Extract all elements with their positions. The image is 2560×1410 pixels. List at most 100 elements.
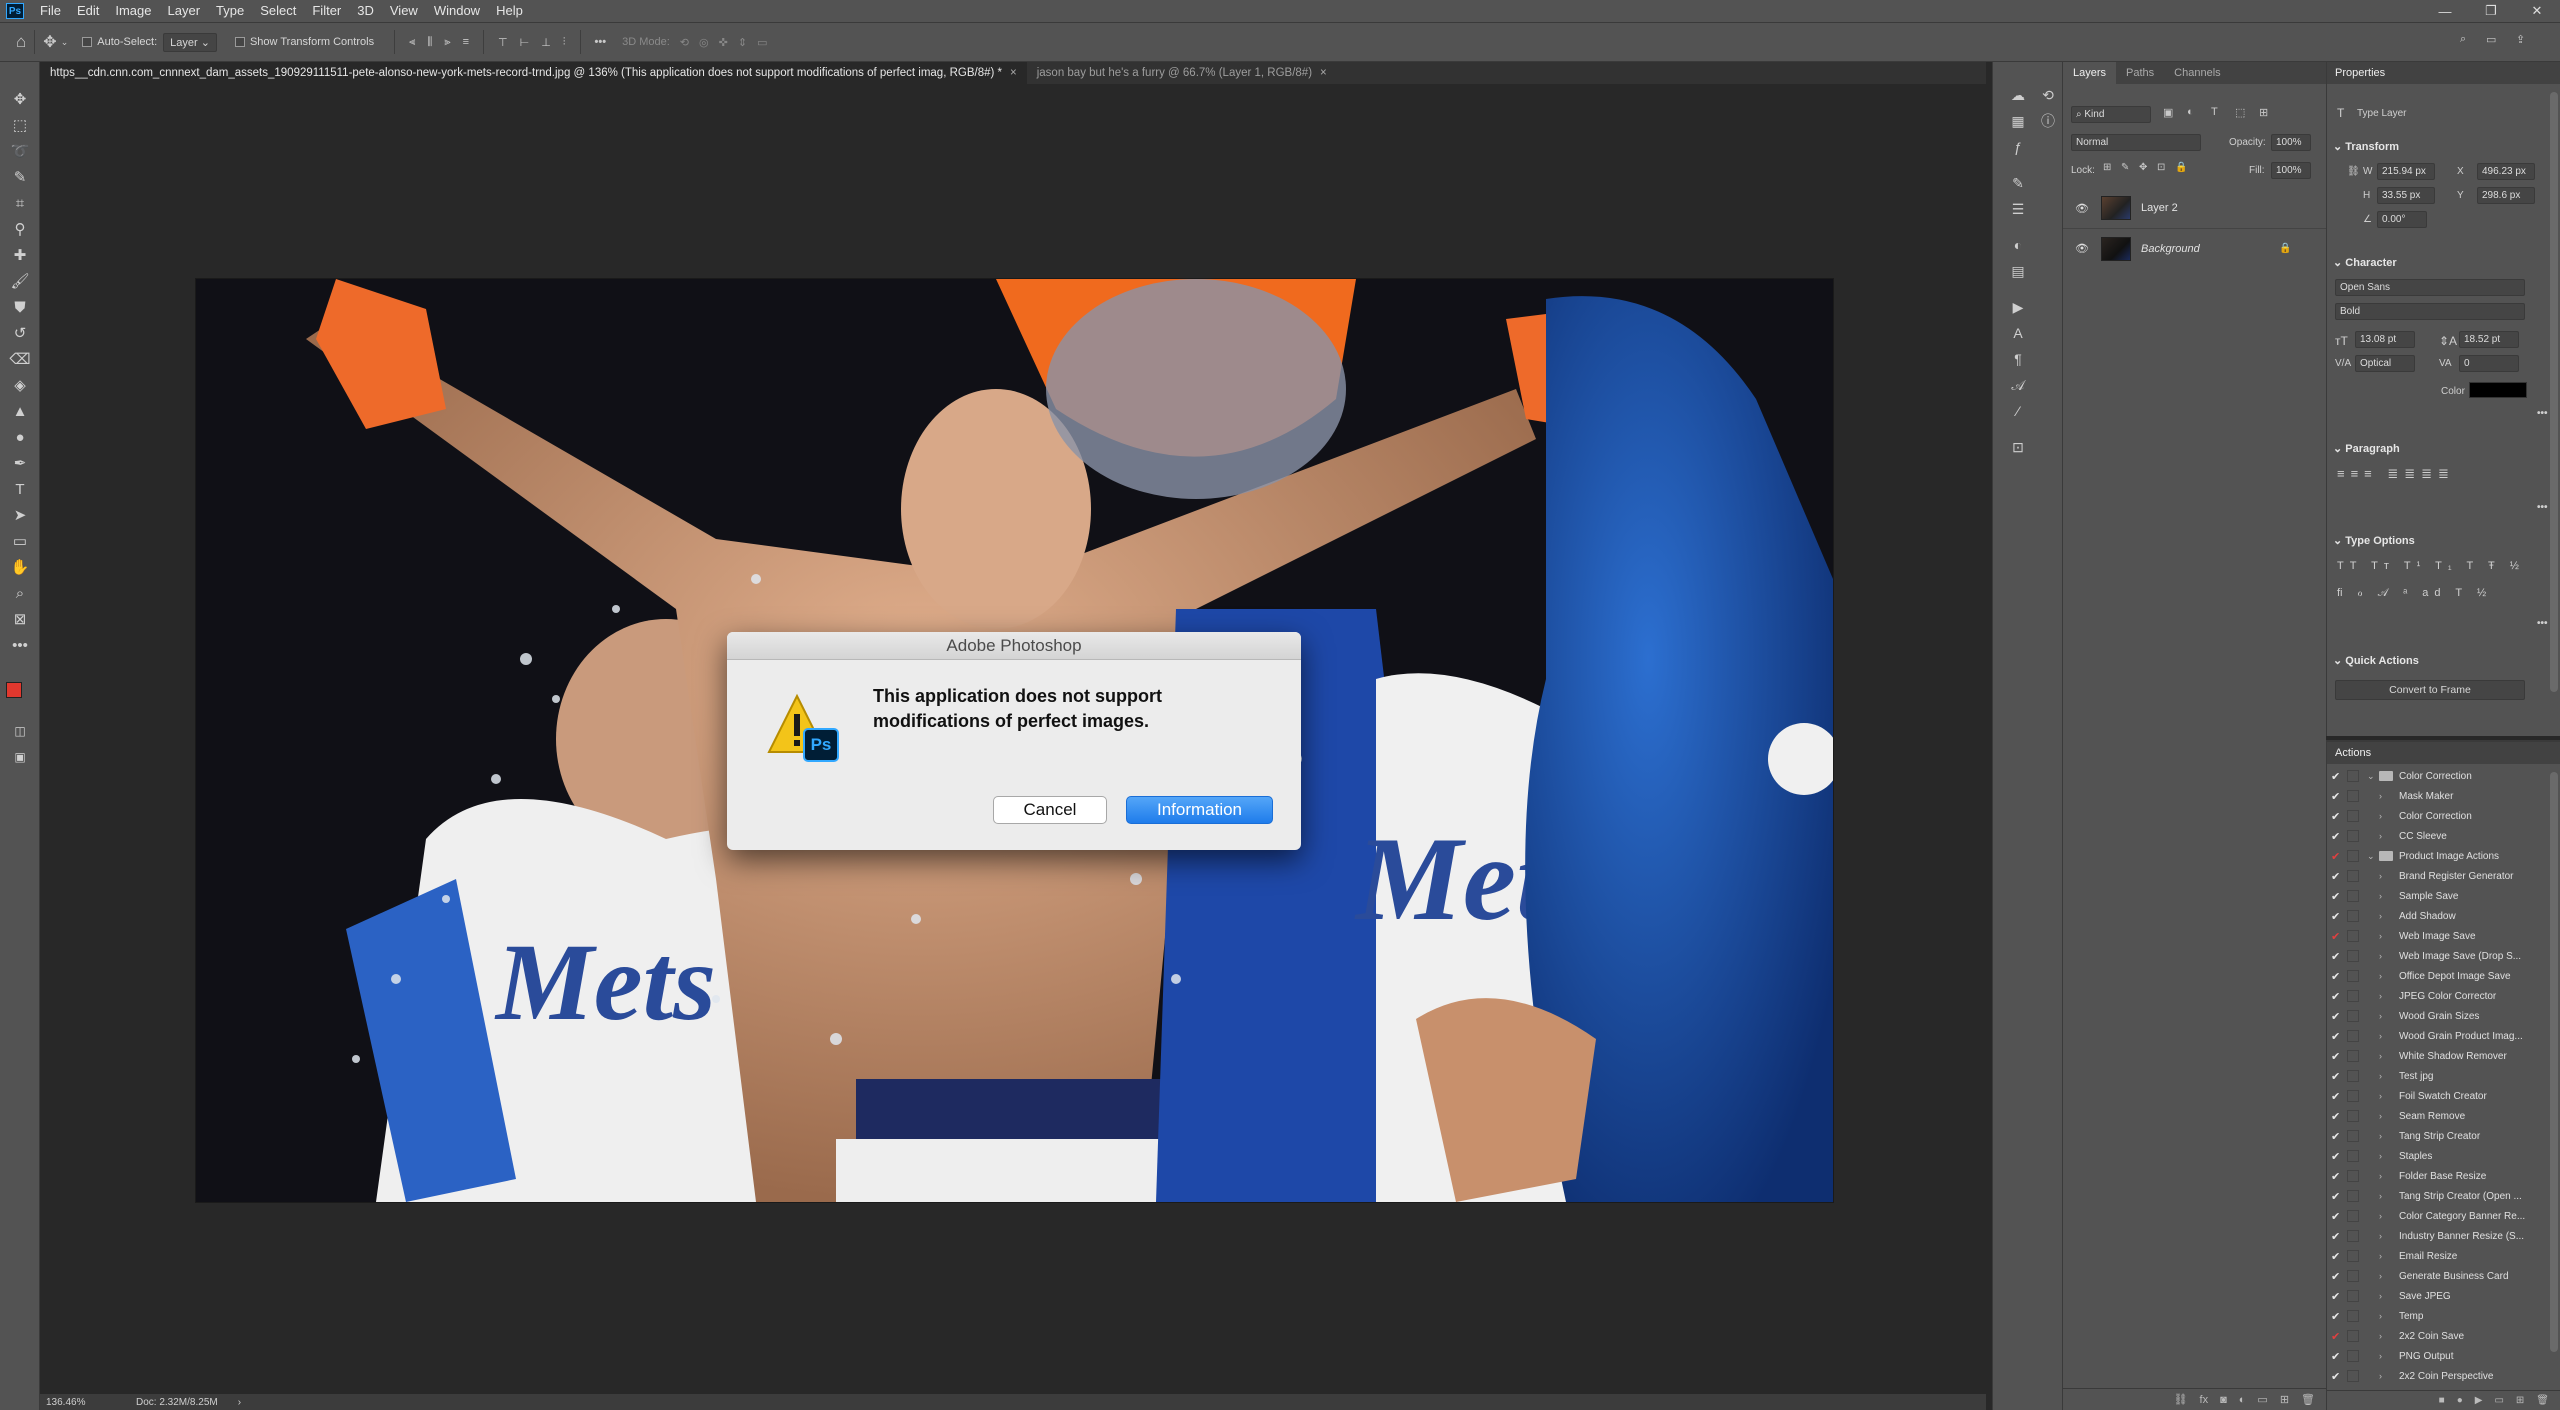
new-set-icon[interactable]: ▭ (2494, 1395, 2503, 1406)
action-item[interactable]: ✔ › Office Depot Image Save (2327, 966, 2560, 986)
transform-controls-checkbox[interactable]: Show Transform Controls (234, 36, 374, 48)
font-size-field[interactable]: 13.08 pt (2355, 331, 2415, 348)
link-layers-icon[interactable]: ⛓ (2174, 1393, 2188, 1406)
more-options-icon[interactable]: ••• (595, 36, 607, 48)
stop-icon[interactable]: ■ (2439, 1395, 2445, 1406)
action-item[interactable]: ✔ › Web Image Save (Drop S... (2327, 946, 2560, 966)
action-item[interactable]: ✔ › Tang Strip Creator (2327, 1126, 2560, 1146)
foreground-color-swatch[interactable] (6, 682, 22, 698)
align-right-icon[interactable]: ⫸ (444, 36, 450, 49)
dodge-tool-icon[interactable]: ● (8, 426, 32, 448)
action-item[interactable]: ✔ › Save JPEG (2327, 1286, 2560, 1306)
action-toggle-check-icon[interactable]: ✔ (2331, 1110, 2347, 1123)
brush-tool-icon[interactable]: 🖌 (8, 270, 32, 292)
paint-bucket-tool-icon[interactable]: ◈ (8, 374, 32, 396)
collapse-chevron-icon[interactable]: › (2379, 1051, 2391, 1061)
action-toggle-check-icon[interactable]: ✔ (2331, 910, 2347, 923)
transform-section[interactable]: ⌄ Transform (2333, 140, 2399, 153)
font-family-dropdown[interactable]: Open Sans (2335, 279, 2525, 296)
collapse-chevron-icon[interactable]: › (2379, 1171, 2391, 1181)
layer-row[interactable]: 👁 Layer 2 (2063, 188, 2327, 228)
collapse-chevron-icon[interactable]: › (2379, 1071, 2391, 1081)
dialog-toggle-box[interactable] (2347, 930, 2359, 942)
3d-roll-icon[interactable]: ◎ (699, 36, 709, 49)
action-toggle-check-icon[interactable]: ✔ (2331, 1210, 2347, 1223)
tab-document-1[interactable]: https__cdn.cnn.com_cnnnext_dam_assets_19… (40, 62, 1027, 84)
action-toggle-check-icon[interactable]: ✔ (2331, 1130, 2347, 1143)
menu-help[interactable]: Help (488, 0, 531, 22)
new-action-icon[interactable]: ⊞ (2516, 1395, 2524, 1406)
layer-filter-dropdown[interactable]: ⌕ Kind (2071, 106, 2151, 123)
type-style-icons[interactable]: TT Tт T¹ T₁ T Ŧ ½ (2337, 560, 2525, 572)
shape-tool-icon[interactable]: ▭ (8, 530, 32, 552)
share-icon[interactable]: ⇪ (2516, 33, 2525, 46)
dialog-toggle-box[interactable] (2347, 870, 2359, 882)
cancel-button[interactable]: Cancel (993, 796, 1107, 824)
status-menu-arrow-icon[interactable]: › (238, 1397, 241, 1408)
clone-stamp-tool-icon[interactable]: ⛊ (8, 296, 32, 318)
menu-type[interactable]: Type (208, 0, 252, 22)
collapse-chevron-icon[interactable]: › (2379, 1371, 2391, 1381)
delete-layer-icon[interactable]: 🗑 (2301, 1393, 2315, 1406)
menu-window[interactable]: Window (426, 0, 488, 22)
history-icon[interactable]: ⟲ (2037, 84, 2059, 106)
action-item[interactable]: ✔ › 2x2 Coin Perspective (2327, 1366, 2560, 1386)
dialog-toggle-box[interactable] (2347, 770, 2359, 782)
action-toggle-check-icon[interactable]: ✔ (2331, 1150, 2347, 1163)
paragraph-align-icons[interactable]: ≡≡≡ ≣≣≣≣ (2337, 466, 2455, 482)
action-toggle-check-icon[interactable]: ✔ (2331, 790, 2347, 803)
action-toggle-check-icon[interactable]: ✔ (2331, 1090, 2347, 1103)
distribute-icon[interactable]: ≡ (463, 36, 469, 48)
action-toggle-check-icon[interactable]: ✔ (2331, 1350, 2347, 1363)
swatches-icon[interactable]: ▦ (2007, 110, 2029, 132)
opacity-field[interactable]: 100% (2271, 134, 2311, 151)
leading-field[interactable]: 18.52 pt (2459, 331, 2519, 348)
filter-shape-icon[interactable]: ⬚ (2235, 106, 2245, 119)
dialog-toggle-box[interactable] (2347, 1070, 2359, 1082)
3d-slide-icon[interactable]: ⇕ (738, 36, 747, 49)
tab-document-2[interactable]: jason bay but he's a furry @ 66.7% (Laye… (1026, 62, 1337, 84)
brushes-icon[interactable]: ✎ (2007, 172, 2029, 194)
tab-layers[interactable]: Layers (2063, 62, 2117, 84)
eraser-tool-icon[interactable]: ⌫ (8, 348, 32, 370)
close-button[interactable]: ✕ (2514, 0, 2560, 22)
action-item[interactable]: ✔ › CC Sleeve (2327, 826, 2560, 846)
minimize-button[interactable]: — (2422, 0, 2468, 22)
width-field[interactable]: 215.94 px (2377, 163, 2435, 180)
action-toggle-check-icon[interactable]: ✔ (2331, 850, 2347, 863)
action-toggle-check-icon[interactable]: ✔ (2331, 1270, 2347, 1283)
dialog-toggle-box[interactable] (2347, 1290, 2359, 1302)
visibility-eye-icon[interactable]: 👁 (2075, 242, 2095, 255)
dialog-toggle-box[interactable] (2347, 990, 2359, 1002)
dialog-toggle-box[interactable] (2347, 1230, 2359, 1242)
dialog-toggle-box[interactable] (2347, 1210, 2359, 1222)
collapse-chevron-icon[interactable]: › (2379, 1331, 2391, 1341)
lock-transparency-icon[interactable]: ⊞ (2103, 162, 2111, 173)
action-toggle-check-icon[interactable]: ✔ (2331, 890, 2347, 903)
dialog-toggle-box[interactable] (2347, 1110, 2359, 1122)
lock-pixels-icon[interactable]: ✎ (2121, 162, 2129, 173)
chevron-down-icon[interactable]: ⌄ (61, 37, 69, 48)
more-icon[interactable]: ••• (2537, 408, 2548, 419)
action-item[interactable]: ✔ › Wood Grain Sizes (2327, 1006, 2560, 1026)
dialog-toggle-box[interactable] (2347, 910, 2359, 922)
marquee-tool-icon[interactable]: ⬚ (8, 114, 32, 136)
history-brush-tool-icon[interactable]: ↺ (8, 322, 32, 344)
character-icon[interactable]: A (2007, 322, 2029, 344)
filter-smart-icon[interactable]: ⊞ (2259, 106, 2268, 119)
link-icon[interactable]: ⛓ (2347, 166, 2360, 177)
restore-button[interactable]: ❐ (2468, 0, 2514, 22)
collapse-chevron-icon[interactable]: › (2379, 1011, 2391, 1021)
collapse-chevron-icon[interactable]: › (2379, 1191, 2391, 1201)
new-layer-icon[interactable]: ⊞ (2280, 1393, 2289, 1406)
action-item[interactable]: ✔ › Industry Banner Resize (S... (2327, 1226, 2560, 1246)
properties-scrollbar[interactable] (2550, 92, 2558, 692)
filter-pixel-icon[interactable]: ▣ (2163, 106, 2173, 119)
action-item[interactable]: ✔ › Tang Strip Creator (Open ... (2327, 1186, 2560, 1206)
layer-name[interactable]: Layer 2 (2141, 202, 2178, 214)
align-top-icon[interactable]: ⊤ (498, 36, 508, 49)
collapse-chevron-icon[interactable]: › (2379, 991, 2391, 1001)
blur-tool-icon[interactable]: ▲ (8, 400, 32, 422)
font-style-dropdown[interactable]: Bold (2335, 303, 2525, 320)
add-mask-icon[interactable]: ◙ (2220, 1394, 2227, 1406)
